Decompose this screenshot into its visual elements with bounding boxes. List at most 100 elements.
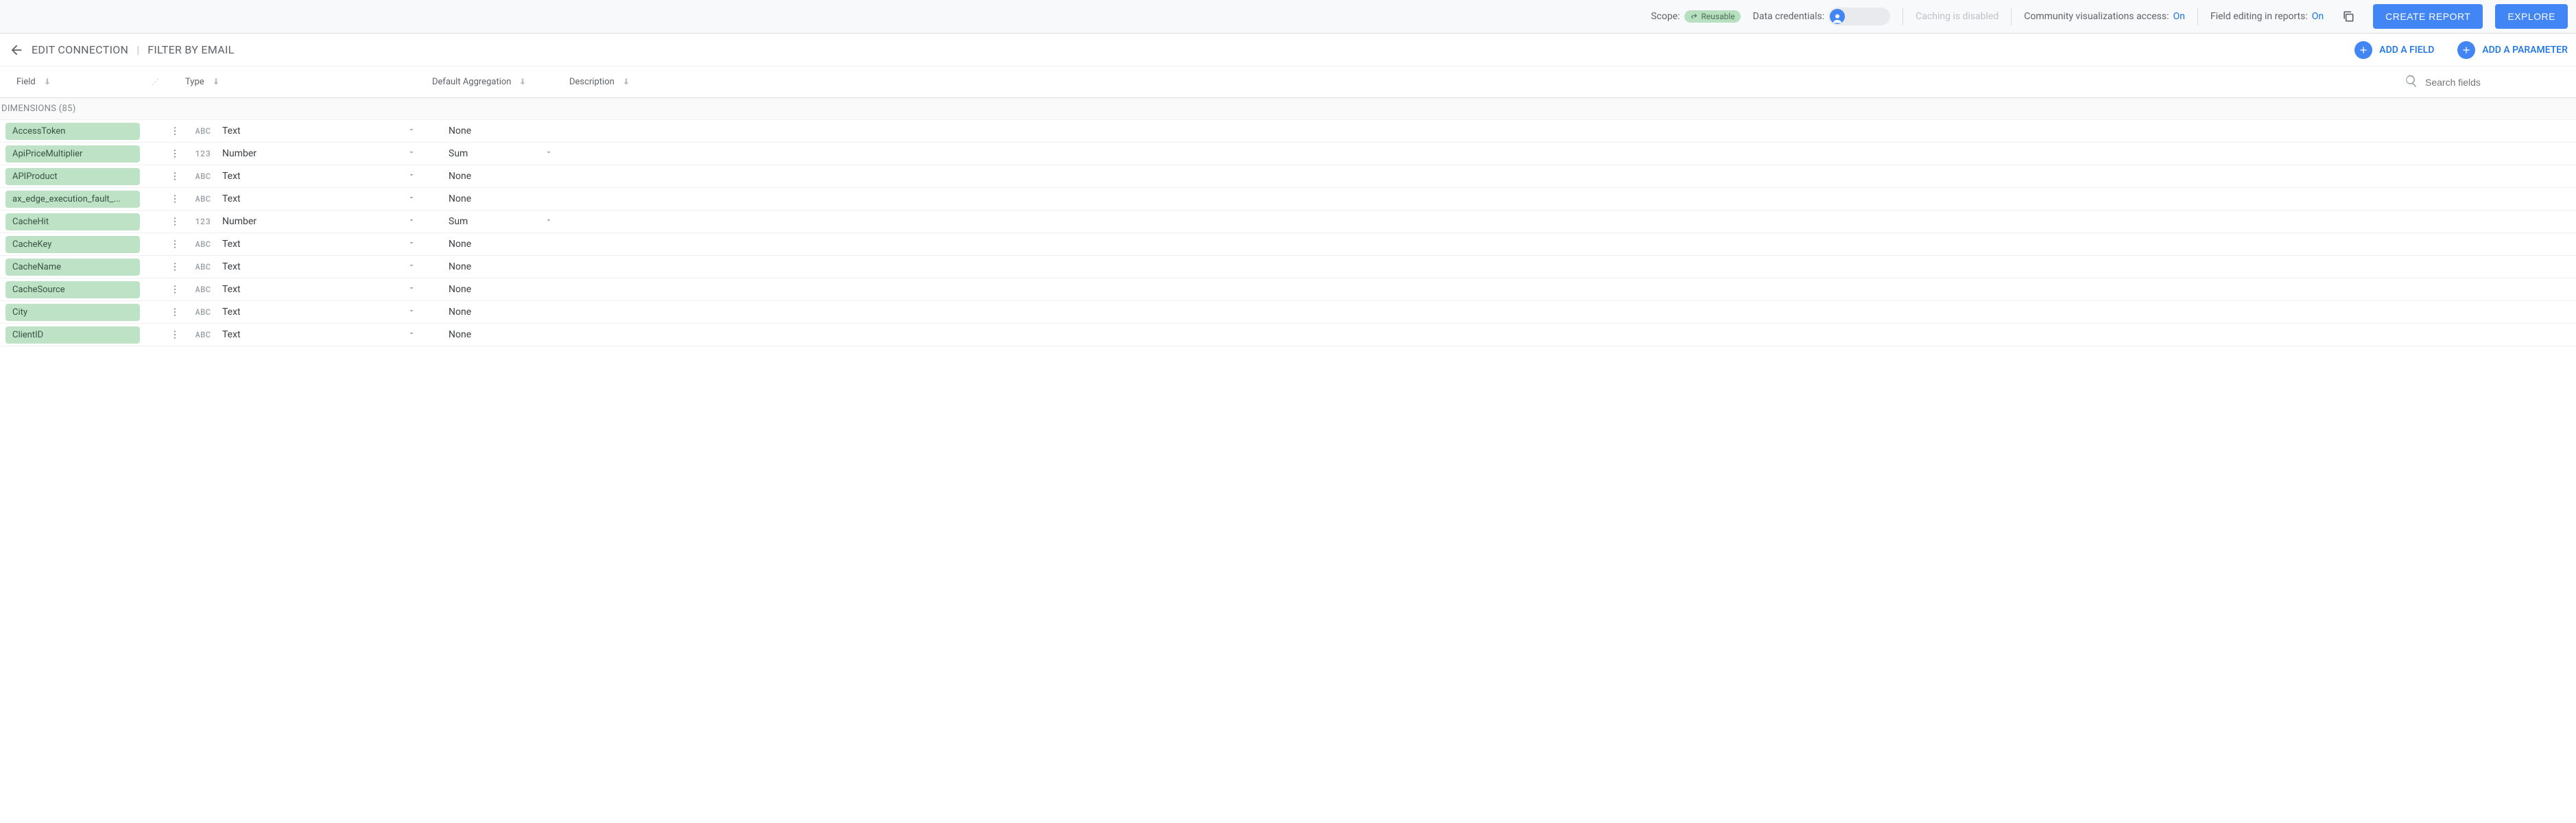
field-name: AccessToken <box>12 126 65 136</box>
type-glyph-icon: ABC <box>193 171 213 182</box>
search-input[interactable] <box>2425 77 2560 88</box>
divider <box>2197 8 2198 25</box>
type-label: Number <box>222 148 395 159</box>
aggregation-cell[interactable]: None <box>432 171 569 182</box>
field-name: APIProduct <box>12 171 58 182</box>
row-menu-button[interactable] <box>165 307 185 318</box>
more-vert-icon <box>169 284 180 295</box>
aggregation-label: None <box>449 261 532 272</box>
nav-bar: EDIT CONNECTION | FILTER BY EMAIL ADD A … <box>0 34 2576 67</box>
row-menu-button[interactable] <box>165 216 185 227</box>
add-parameter-button[interactable]: ADD A PARAMETER <box>2457 41 2568 59</box>
type-cell[interactable]: ABC Text <box>185 329 432 340</box>
field-chip[interactable]: AccessToken <box>5 123 140 140</box>
type-cell[interactable]: ABC Text <box>185 284 432 295</box>
column-label: Type <box>185 77 204 87</box>
copy-button[interactable] <box>2336 4 2361 29</box>
column-label: Field <box>16 77 36 87</box>
aggregation-cell[interactable]: None <box>432 329 569 340</box>
type-glyph-icon: ABC <box>193 261 213 272</box>
scope-setting: Scope: Reusable <box>1651 10 1740 23</box>
field-editing-label: Field editing in reports: <box>2210 11 2308 22</box>
field-chip[interactable]: CacheSource <box>5 281 140 298</box>
breadcrumb-filter-by-email[interactable]: FILTER BY EMAIL <box>147 43 234 56</box>
field-editing-value[interactable]: On <box>2312 11 2324 22</box>
aggregation-label: Sum <box>449 148 532 159</box>
plus-icon <box>2354 41 2372 59</box>
sort-icon <box>518 77 529 88</box>
type-cell[interactable]: 123 Number <box>185 216 432 227</box>
aggregation-cell[interactable]: None <box>432 261 569 272</box>
sort-icon <box>211 77 222 88</box>
type-label: Text <box>222 126 395 136</box>
type-cell[interactable]: ABC Text <box>185 126 432 136</box>
aggregation-cell[interactable]: Sum <box>432 148 569 159</box>
field-chip[interactable]: CacheName <box>5 259 140 276</box>
search-fields-wrapper <box>2405 74 2576 91</box>
type-cell[interactable]: ABC Text <box>185 239 432 250</box>
add-field-label: ADD A FIELD <box>2379 45 2434 56</box>
aggregation-cell[interactable]: None <box>432 126 569 136</box>
aggregation-cell[interactable]: None <box>432 239 569 250</box>
type-label: Text <box>222 261 395 272</box>
caching-text: Caching is disabled <box>1916 11 1999 22</box>
aggregation-label: None <box>449 239 532 250</box>
row-menu-button[interactable] <box>165 148 185 159</box>
table-row: AccessToken ABC Text None <box>0 120 2576 143</box>
table-row: City ABC Text None <box>0 301 2576 324</box>
chevron-down-icon <box>407 329 416 340</box>
field-chip[interactable]: CacheKey <box>5 236 140 253</box>
breadcrumb-edit-connection[interactable]: EDIT CONNECTION <box>32 43 128 56</box>
field-chip[interactable]: City <box>5 304 140 321</box>
aggregation-cell[interactable]: None <box>432 193 569 204</box>
row-menu-button[interactable] <box>165 193 185 204</box>
column-header-description[interactable]: Description <box>569 77 2405 88</box>
row-menu-button[interactable] <box>165 329 185 340</box>
type-glyph-icon: ABC <box>193 193 213 204</box>
reusable-icon <box>1690 12 1699 21</box>
row-menu-button[interactable] <box>165 239 185 250</box>
type-glyph-icon: ABC <box>193 307 213 318</box>
field-chip[interactable]: ClientID <box>5 326 140 344</box>
type-cell[interactable]: ABC Text <box>185 193 432 204</box>
field-chip[interactable]: ax_edge_execution_fault_... <box>5 191 140 208</box>
credentials-pill[interactable] <box>1828 8 1890 25</box>
aggregation-cell[interactable]: None <box>432 284 569 295</box>
back-button[interactable] <box>5 39 27 61</box>
more-vert-icon <box>169 261 180 272</box>
more-vert-icon <box>169 148 180 159</box>
credentials-label: Data credentials: <box>1753 11 1825 22</box>
type-cell[interactable]: ABC Text <box>185 261 432 272</box>
row-menu-button[interactable] <box>165 171 185 182</box>
table-row: ApiPriceMultiplier 123 Number Sum <box>0 143 2576 165</box>
type-cell[interactable]: ABC Text <box>185 307 432 318</box>
aggregation-label: None <box>449 126 532 136</box>
aggregation-label: None <box>449 284 532 295</box>
type-cell[interactable]: ABC Text <box>185 171 432 182</box>
type-cell[interactable]: 123 Number <box>185 148 432 159</box>
field-chip[interactable]: ApiPriceMultiplier <box>5 145 140 163</box>
community-viz-value[interactable]: On <box>2173 11 2184 22</box>
copy-icon <box>2341 10 2355 23</box>
column-header-aggregation[interactable]: Default Aggregation <box>432 77 569 88</box>
table-row: APIProduct ABC Text None <box>0 165 2576 188</box>
field-name: CacheKey <box>12 239 51 250</box>
row-menu-button[interactable] <box>165 284 185 295</box>
field-chip[interactable]: APIProduct <box>5 168 140 185</box>
field-name: ax_edge_execution_fault_... <box>12 194 121 204</box>
row-menu-button[interactable] <box>165 126 185 136</box>
aggregation-cell[interactable]: Sum <box>432 216 569 227</box>
create-report-button[interactable]: CREATE REPORT <box>2373 4 2483 29</box>
resize-handle-icon[interactable]: ⋰ <box>152 77 159 86</box>
aggregation-cell[interactable]: None <box>432 307 569 318</box>
add-field-button[interactable]: ADD A FIELD <box>2354 41 2434 59</box>
column-header-field[interactable]: Field ⋰ <box>0 77 185 88</box>
caching-status: Caching is disabled <box>1916 11 1999 22</box>
scope-chip[interactable]: Reusable <box>1684 10 1741 23</box>
field-chip[interactable]: CacheHit <box>5 213 140 230</box>
type-label: Number <box>222 216 395 227</box>
explore-button[interactable]: EXPLORE <box>2495 4 2568 29</box>
row-menu-button[interactable] <box>165 261 185 272</box>
table-row: CacheName ABC Text None <box>0 256 2576 278</box>
column-header-type[interactable]: Type <box>185 77 432 88</box>
